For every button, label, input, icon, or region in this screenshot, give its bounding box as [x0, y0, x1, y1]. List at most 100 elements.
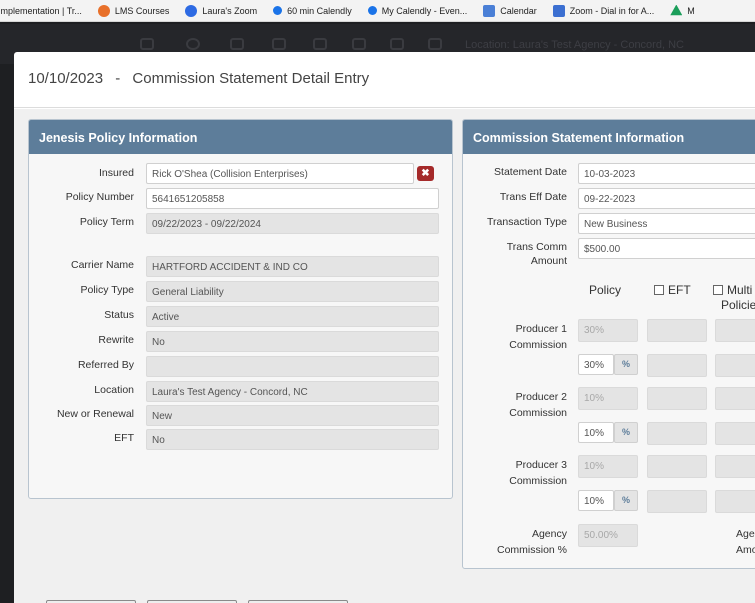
agency-amount-label-1: Agen: [736, 528, 755, 540]
eft-field: No: [146, 429, 439, 450]
bookmark-label: Implementation | Tr...: [0, 5, 82, 16]
drive-icon: [670, 4, 683, 16]
grid-icon: [313, 38, 327, 50]
bookmarks-bar: Implementation | Tr... LMS Courses Laura…: [0, 0, 755, 22]
table-icon: [428, 38, 442, 50]
transaction-type-field[interactable]: New Business: [578, 213, 755, 234]
bookmark-zoom-dial-in[interactable]: Zoom - Dial in for A...: [552, 4, 655, 17]
modal-date: 10/10/2023: [28, 70, 104, 87]
referred-by-label: Referred By: [77, 359, 134, 371]
eft-checkbox[interactable]: EFT: [654, 283, 691, 297]
users-icon: [230, 38, 244, 50]
producer-2-policy-value: 10%: [578, 387, 638, 410]
producer-1-commission-input[interactable]: 30%: [578, 354, 614, 375]
zoom-icon: [185, 4, 198, 17]
eft-label: EFT: [114, 432, 134, 444]
bookmark-label: Zoom - Dial in for A...: [569, 5, 655, 16]
multi-policies-label-1: Multi: [727, 283, 753, 297]
lms-icon: [97, 4, 110, 17]
policy-term-label: Policy Term: [79, 216, 134, 228]
producer-3-multi-input: [715, 490, 755, 513]
producer-2-eft-input: [647, 422, 707, 445]
producer-1-policy-value: 30%: [578, 319, 638, 342]
agency-commission-value: 50.00%: [578, 524, 638, 547]
producer-1-multi-input: [715, 354, 755, 377]
producer-1-multi-value: [715, 319, 755, 342]
referred-by-field: [146, 356, 439, 377]
transaction-type-label: Transaction Type: [487, 216, 567, 228]
bookmark-label: Calendar: [500, 5, 537, 16]
trans-eff-date-field[interactable]: 09-22-2023: [578, 188, 755, 209]
trans-comm-amount-field[interactable]: $500.00: [578, 238, 755, 259]
bookmark-lms-courses[interactable]: LMS Courses: [97, 4, 170, 17]
policy-term-field: 09/22/2023 - 09/22/2024: [146, 213, 439, 234]
agency-amount-label-2: Amo: [736, 544, 755, 556]
insured-label: Insured: [98, 167, 134, 179]
producer-1-percent-button[interactable]: %: [614, 354, 638, 375]
bookmark-implementation[interactable]: Implementation | Tr...: [0, 6, 82, 16]
policy-number-field[interactable]: 5641651205858: [146, 188, 439, 209]
modal-title: Commission Statement Detail Entry: [132, 70, 370, 87]
calendar-icon: [483, 4, 496, 17]
producer-3-label-1: Producer 3: [515, 459, 567, 471]
bookmark-lauras-zoom[interactable]: Laura's Zoom: [185, 4, 258, 17]
trans-eff-date-label: Trans Eff Date: [499, 191, 567, 203]
insured-field[interactable]: Rick O'Shea (Collision Enterprises): [146, 163, 414, 184]
rewrite-label: Rewrite: [98, 334, 134, 346]
policy-panel-title: Jenesis Policy Information: [29, 120, 452, 154]
producer-2-eft-value: [647, 387, 707, 410]
multi-policies-checkbox-box[interactable]: [713, 285, 723, 295]
producer-3-multi-value: [715, 455, 755, 478]
rewrite-field: No: [146, 331, 439, 352]
carrier-name-field: HARTFORD ACCIDENT & IND CO: [146, 256, 439, 277]
status-label: Status: [104, 309, 134, 321]
carrier-name-label: Carrier Name: [70, 259, 134, 271]
new-or-renewal-label: New or Renewal: [56, 408, 134, 420]
location-field: Laura's Test Agency - Concord, NC: [146, 381, 439, 402]
policy-info-panel: Jenesis Policy Information Insured Rick …: [28, 119, 453, 499]
multi-policies-checkbox[interactable]: Multi: [713, 283, 752, 297]
producer-2-commission-input[interactable]: 10%: [578, 422, 614, 443]
eft-checkbox-box[interactable]: [654, 285, 664, 295]
calendly-icon: [273, 6, 283, 15]
statement-date-field[interactable]: 10-03-2023: [578, 163, 755, 184]
statement-date-label: Statement Date: [494, 166, 567, 178]
policy-column-header: Policy: [589, 283, 622, 297]
bookmark-calendar[interactable]: Calendar: [483, 4, 537, 17]
producer-3-policy-value: 10%: [578, 455, 638, 478]
commission-info-panel: Commission Statement Information Stateme…: [462, 119, 755, 569]
document-icon: [352, 38, 366, 50]
producer-2-percent-button[interactable]: %: [614, 422, 638, 443]
scissors-icon: [140, 38, 154, 50]
agency-commission-label-1: Agency: [531, 528, 567, 540]
producer-2-label-2: Commission: [509, 407, 567, 419]
agency-commission-label-2: Commission %: [496, 544, 567, 556]
producer-1-label-2: Commission: [509, 339, 567, 351]
bookmark-label: M: [687, 5, 695, 16]
producer-3-percent-button[interactable]: %: [614, 490, 638, 511]
producer-2-label-1: Producer 2: [515, 391, 567, 403]
producer-2-multi-value: [715, 387, 755, 410]
modal-body: Jenesis Policy Information Insured Rick …: [14, 109, 755, 603]
bookmark-label: LMS Courses: [114, 5, 170, 16]
policy-type-label: Policy Type: [80, 284, 135, 296]
location-text: Location: Laura's Test Agency - Concord,…: [465, 39, 684, 51]
bookmark-drive[interactable]: M: [670, 4, 695, 17]
status-field: Active: [146, 306, 439, 327]
modal-separator: -: [115, 70, 121, 87]
bookmark-my-calendly[interactable]: My Calendly - Even...: [367, 5, 468, 16]
multi-policies-label-2: Policies: [721, 298, 755, 312]
bookmark-label: Laura's Zoom: [202, 5, 258, 16]
producer-1-label-1: Producer 1: [515, 323, 567, 335]
policy-number-label: Policy Number: [65, 191, 134, 203]
bookmark-60-min-calendly[interactable]: 60 min Calendly: [273, 6, 352, 16]
link-icon: [272, 38, 286, 50]
modal-header: 10/10/2023 - Commission Statement Detail…: [14, 52, 755, 108]
producer-1-eft-input: [647, 354, 707, 377]
clock-icon: [186, 38, 200, 50]
clear-insured-button[interactable]: ✖: [417, 166, 434, 181]
producer-3-commission-input[interactable]: 10%: [578, 490, 614, 511]
new-or-renewal-field: New: [146, 405, 439, 426]
bookmark-label: My Calendly - Even...: [381, 5, 468, 16]
eft-checkbox-label: EFT: [668, 283, 691, 297]
